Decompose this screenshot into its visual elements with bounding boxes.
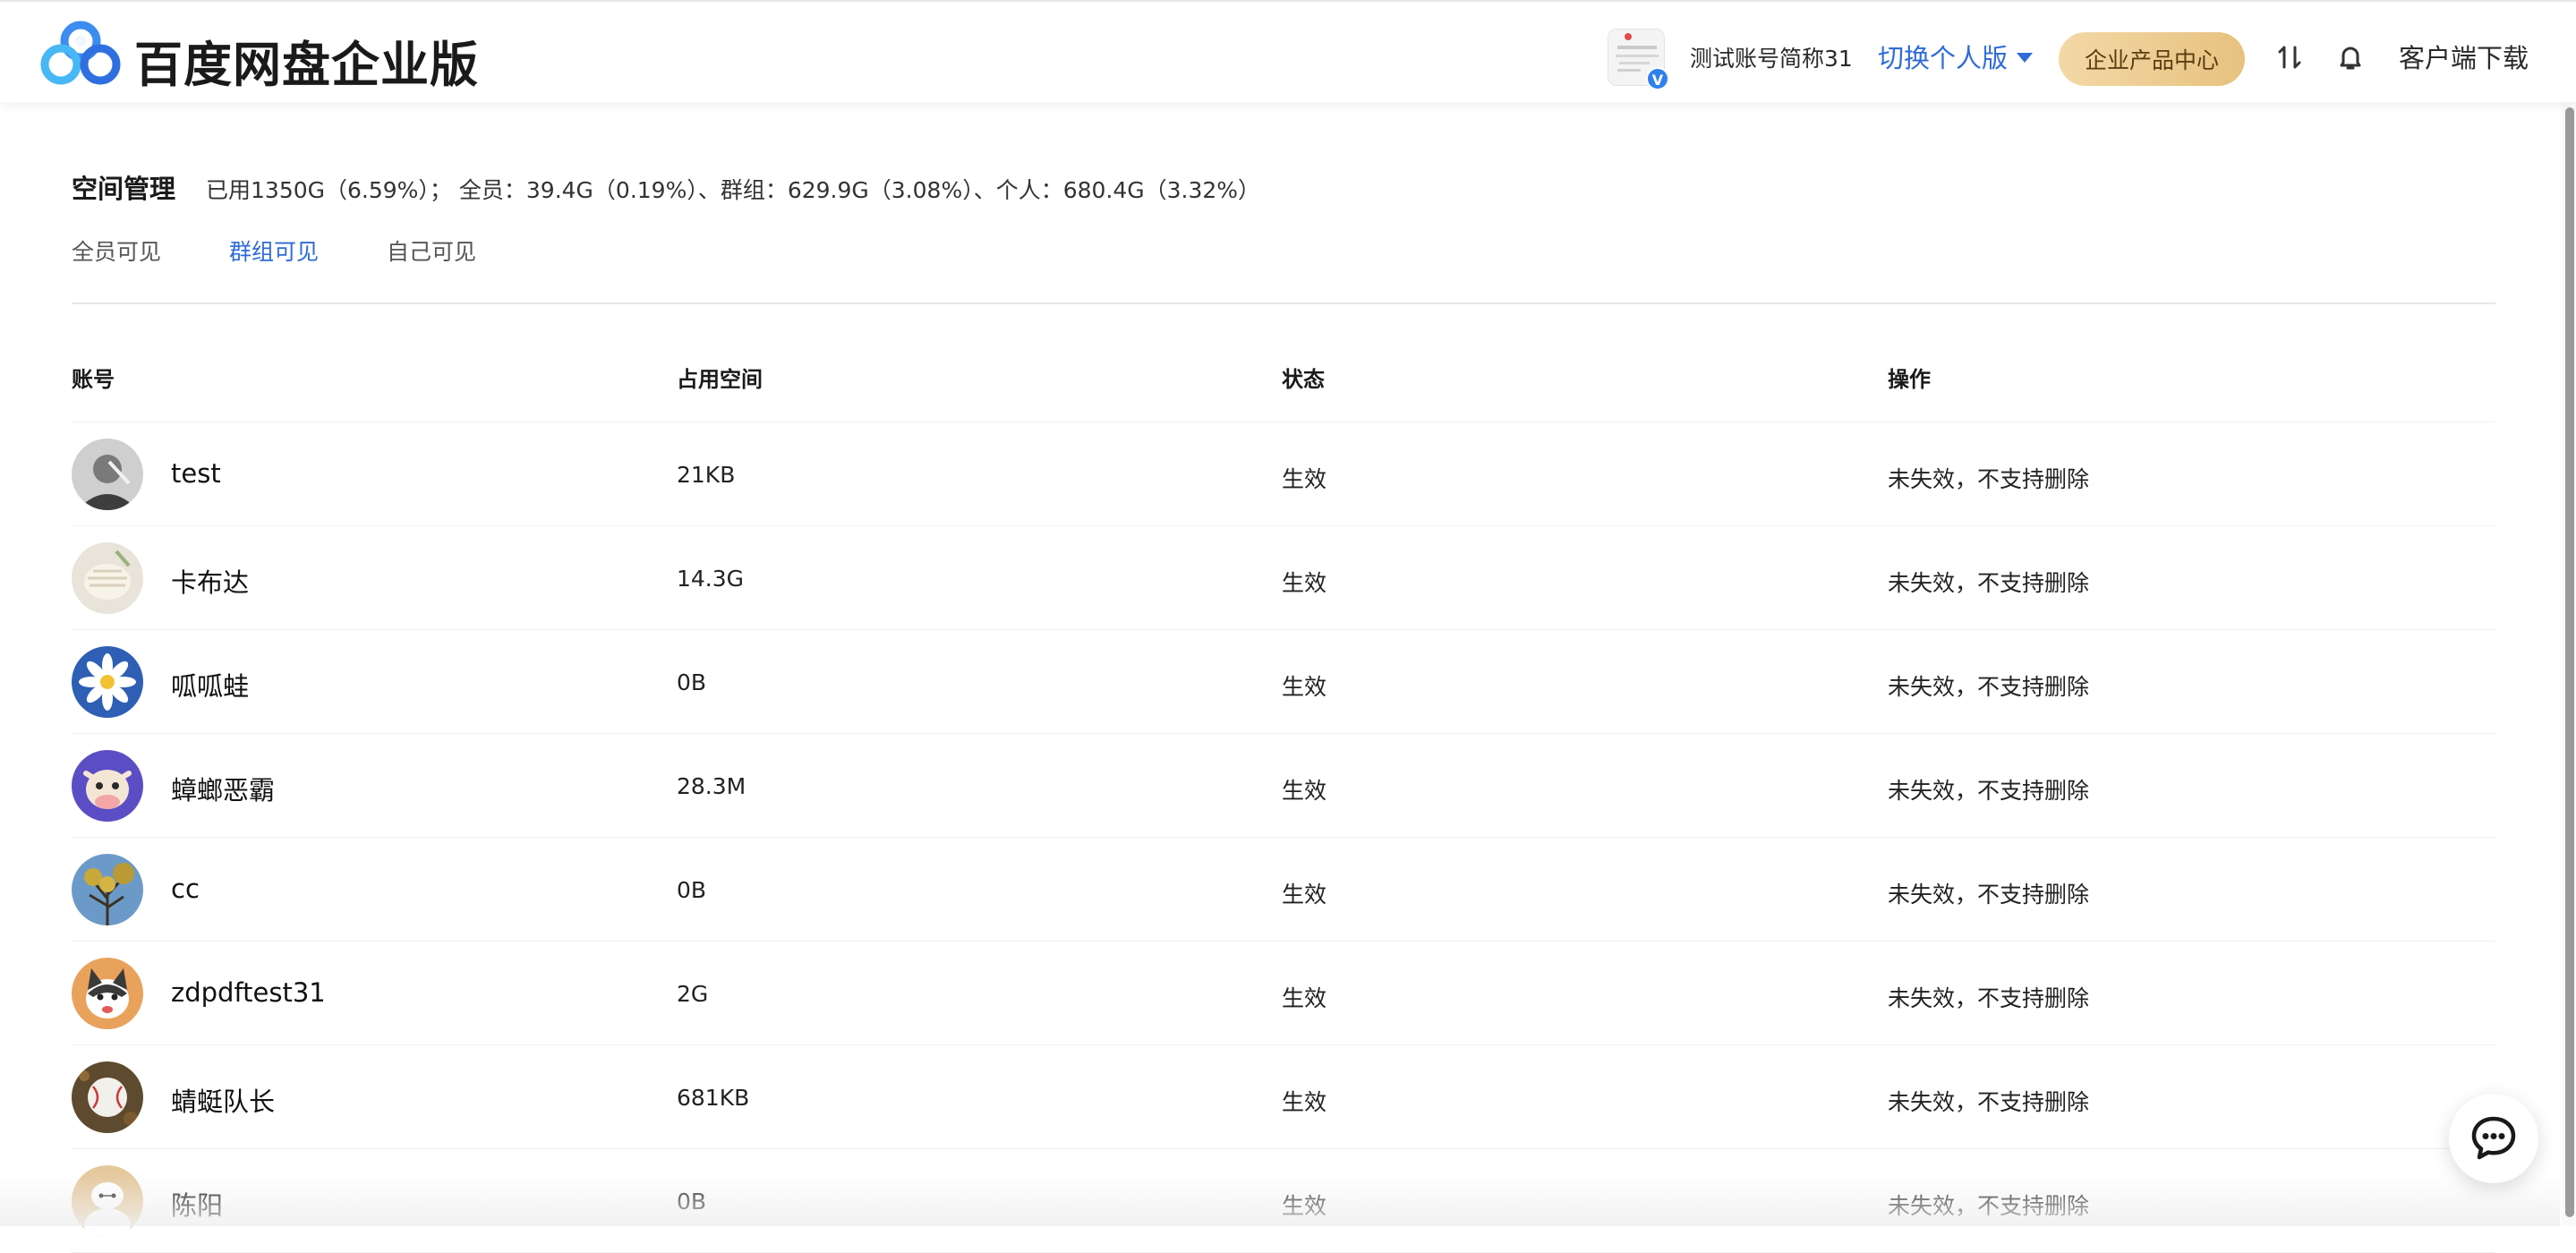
chat-icon[interactable] [2449, 1094, 2538, 1183]
space-usage: 已用1350G（6.59%）； 全员：39.4G（0.19%）、群组：629.9… [206, 177, 1261, 203]
space-table: 账号 占用空间 状态 操作 test 21KB 生效 未失效，不支持删除 卡布达… [72, 351, 2495, 1253]
status-cell: 生效 [1282, 1193, 1327, 1219]
operation-cell: 未失效，不支持删除 [1888, 674, 2090, 700]
account-name-cell: zdpdftest31 [171, 977, 326, 1008]
visibility-tabs: 全员可见 群组可见 自己可见 [72, 234, 2495, 304]
table-row: 陈阳 0B 生效 未失效，不支持删除 [72, 1149, 2495, 1253]
switch-personal-label: 切换个人版 [1878, 43, 2009, 73]
space-cell: 0B [677, 1189, 707, 1215]
status-cell: 生效 [1282, 466, 1327, 492]
avatar [72, 750, 143, 822]
table-row: 卡布达 14.3G 生效 未失效，不支持删除 [72, 526, 2495, 630]
tab-group-visible[interactable]: 群组可见 [229, 234, 319, 267]
space-cell: 14.3G [677, 566, 745, 592]
space-cell: 2G [677, 981, 709, 1007]
status-cell: 生效 [1282, 882, 1327, 908]
space-cell: 681KB [677, 1085, 750, 1111]
status-cell: 生效 [1282, 1089, 1327, 1115]
tab-all-visible[interactable]: 全员可见 [72, 234, 161, 267]
status-cell: 生效 [1282, 570, 1327, 596]
caret-down-icon [2017, 52, 2034, 63]
space-cell: 0B [677, 877, 707, 903]
table-row: 蟑螂恶霸 28.3M 生效 未失效，不支持删除 [72, 734, 2495, 838]
account-name: 测试账号简称31 [1690, 46, 1853, 72]
account-name-cell: cc [171, 874, 200, 904]
operation-cell: 未失效，不支持删除 [1888, 1089, 2090, 1115]
account-name-cell: 陈阳 [171, 1190, 224, 1221]
operation-cell: 未失效，不支持删除 [1888, 466, 2090, 492]
switch-personal-link[interactable]: 切换个人版 [1878, 38, 2034, 75]
table-header: 账号 占用空间 状态 操作 [72, 351, 2495, 422]
verified-badge-icon: V [1646, 67, 1669, 90]
account-name-cell: 呱呱蛙 [171, 671, 250, 702]
operation-cell: 未失效，不支持删除 [1888, 778, 2090, 804]
avatar [72, 542, 143, 614]
header-status: 状态 [1282, 367, 1325, 392]
product-center-button[interactable]: 企业产品中心 [2059, 32, 2245, 86]
account-avatar[interactable]: V [1608, 29, 1669, 90]
avatar [72, 646, 143, 718]
avatar [72, 854, 143, 925]
table-row: zdpdftest31 2G 生效 未失效，不支持删除 [72, 942, 2495, 1045]
space-cell: 28.3M [677, 773, 746, 799]
space-title: 空间管理 [72, 174, 176, 204]
table-row: 蜻蜓队长 681KB 生效 未失效，不支持删除 [72, 1045, 2495, 1149]
client-download-link[interactable]: 客户端下载 [2399, 38, 2529, 75]
operation-cell: 未失效，不支持删除 [1888, 570, 2090, 596]
header-space: 占用空间 [677, 367, 763, 392]
table-row: test 21KB 生效 未失效，不支持删除 [72, 422, 2495, 526]
transfer-icon[interactable] [2273, 41, 2306, 73]
account-name-cell: 卡布达 [171, 567, 250, 598]
account-name-cell: test [171, 458, 221, 489]
brand-title: 百度网盘企业版 [134, 37, 479, 93]
header-op: 操作 [1888, 367, 1931, 392]
operation-cell: 未失效，不支持删除 [1888, 882, 2090, 908]
operation-cell: 未失效，不支持删除 [1888, 1193, 2090, 1219]
avatar [72, 958, 143, 1029]
status-cell: 生效 [1282, 674, 1327, 700]
avatar [72, 1165, 143, 1237]
table-row: cc 0B 生效 未失效，不支持删除 [72, 838, 2495, 942]
avatar [72, 439, 143, 510]
avatar [72, 1061, 143, 1133]
bell-icon[interactable] [2334, 41, 2367, 73]
header-account: 账号 [72, 367, 115, 392]
operation-cell: 未失效，不支持删除 [1888, 985, 2090, 1011]
tab-self-visible[interactable]: 自己可见 [387, 234, 476, 267]
space-cell: 21KB [677, 462, 736, 488]
account-name-cell: 蟑螂恶霸 [171, 775, 276, 806]
table-row: 呱呱蛙 0B 生效 未失效，不支持删除 [72, 630, 2495, 734]
baidu-netdisk-logo-icon[interactable] [39, 20, 122, 86]
scrollbar-thumb[interactable] [2565, 107, 2574, 1217]
space-summary: 空间管理 已用1350G（6.59%）； 全员：39.4G（0.19%）、群组：… [72, 168, 1260, 206]
space-cell: 0B [677, 669, 707, 695]
status-cell: 生效 [1282, 778, 1327, 804]
status-cell: 生效 [1282, 985, 1327, 1011]
top-bar: 百度网盘企业版 V 测试账号简称31 切换个人版 企业产品中心 客户端下载 [0, 0, 2576, 102]
account-name-cell: 蜻蜓队长 [171, 1087, 276, 1117]
